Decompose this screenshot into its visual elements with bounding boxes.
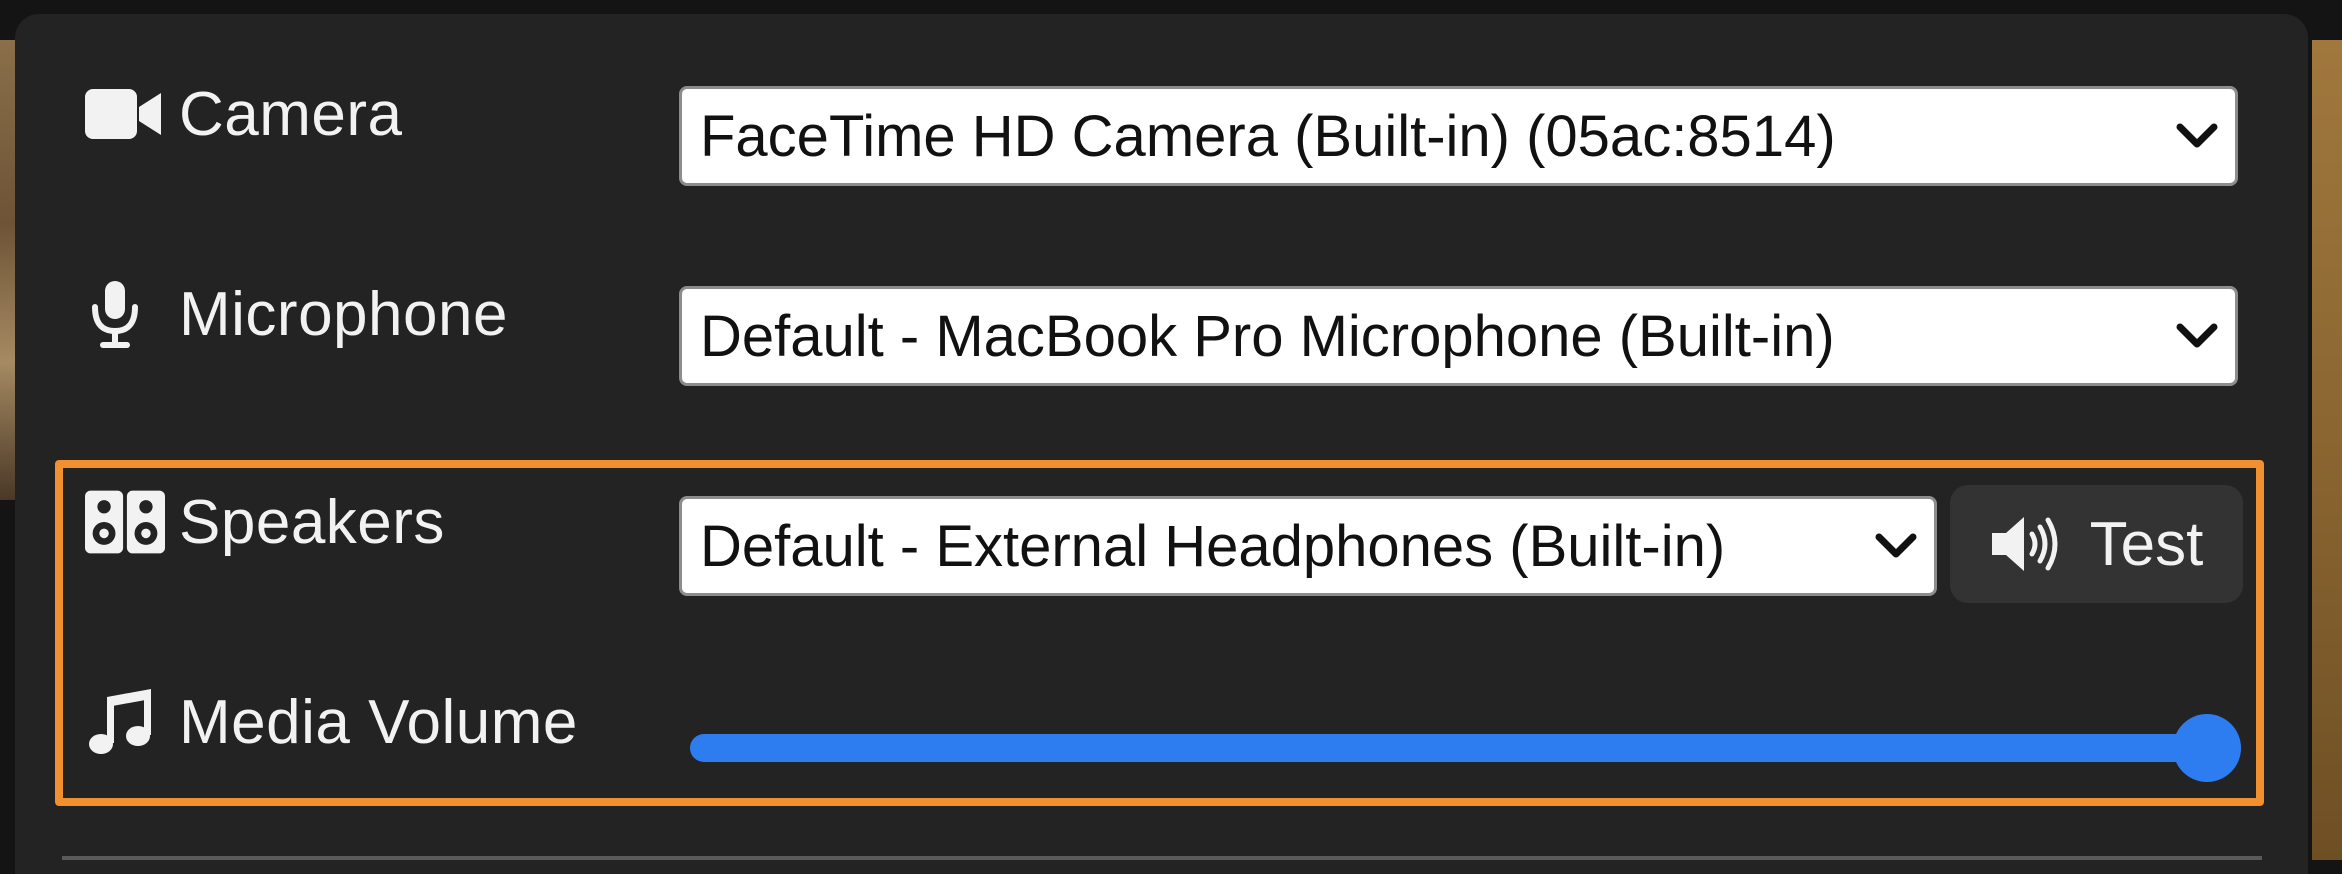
chevron-down-icon bbox=[2169, 316, 2225, 356]
media-volume-slider[interactable] bbox=[690, 714, 2241, 782]
camera-select-value: FaceTime HD Camera (Built-in) (05ac:8514… bbox=[700, 103, 1836, 169]
divider bbox=[62, 856, 2262, 860]
microphone-label-group: Microphone bbox=[85, 264, 508, 364]
background-video-right bbox=[2312, 40, 2342, 860]
volume-up-icon bbox=[1990, 515, 2060, 573]
camera-select[interactable]: FaceTime HD Camera (Built-in) (05ac:8514… bbox=[679, 86, 2238, 186]
slider-thumb[interactable] bbox=[2173, 714, 2241, 782]
test-button-label: Test bbox=[2089, 509, 2204, 579]
slider-fill bbox=[690, 734, 2241, 762]
video-camera-icon bbox=[85, 84, 165, 144]
test-speakers-button[interactable]: Test bbox=[1950, 485, 2243, 603]
microphone-select[interactable]: Default - MacBook Pro Microphone (Built-… bbox=[679, 286, 2238, 386]
microphone-label: Microphone bbox=[179, 279, 508, 349]
chevron-down-icon bbox=[2169, 116, 2225, 156]
camera-label: Camera bbox=[179, 79, 403, 149]
microphone-select-value: Default - MacBook Pro Microphone (Built-… bbox=[700, 303, 1835, 369]
microphone-icon bbox=[85, 281, 165, 348]
camera-label-group: Camera bbox=[85, 64, 403, 164]
